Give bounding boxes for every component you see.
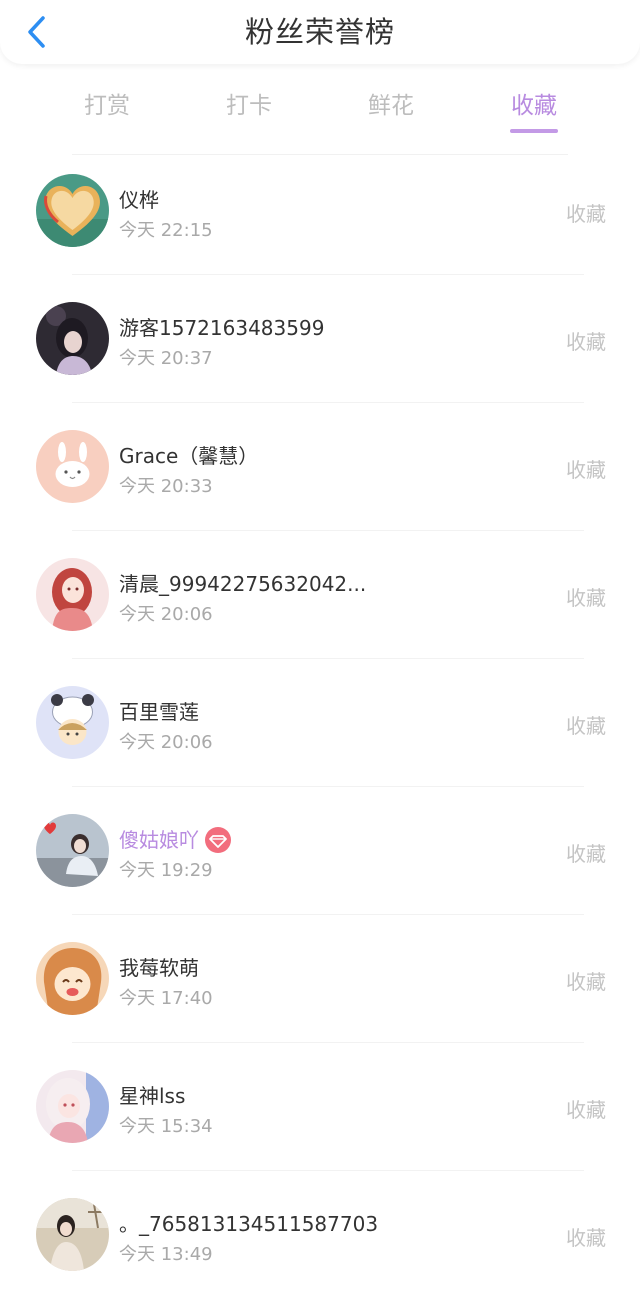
list-item[interactable]: 仪桦 今天 22:15 收藏 xyxy=(0,147,640,275)
girl-dark-avatar-icon[interactable] xyxy=(36,302,109,375)
fan-name: 。_765813134511587703 xyxy=(119,1212,379,1236)
fan-name: 百里雪莲 xyxy=(119,700,199,724)
red-hair-girl-avatar-icon[interactable] xyxy=(36,558,109,631)
outdoor-girl-avatar-icon[interactable] xyxy=(36,1198,109,1271)
list-item[interactable]: 百里雪莲 今天 20:06 收藏 xyxy=(0,659,640,787)
fan-name: 清晨_99942275632042... xyxy=(119,572,367,596)
fan-time: 今天 20:06 xyxy=(119,732,213,753)
fan-time: 今天 22:15 xyxy=(119,220,213,241)
anime-girl-avatar-icon[interactable] xyxy=(36,942,109,1015)
tab-bar: 打赏 打卡 鲜花 收藏 xyxy=(0,72,640,144)
tab-checkin[interactable]: 打卡 xyxy=(199,86,299,120)
page-title: 粉丝荣誉榜 xyxy=(244,15,395,49)
bunny-avatar-icon[interactable] xyxy=(36,430,109,503)
list-item[interactable]: 傻姑娘吖 今天 19:29 收藏 xyxy=(0,787,640,915)
action-label: 收藏 xyxy=(566,714,606,738)
action-label: 收藏 xyxy=(566,842,606,866)
list-item[interactable]: Grace（馨慧） 今天 20:33 收藏 xyxy=(0,403,640,531)
fan-time: 今天 19:29 xyxy=(119,860,213,881)
heart-avatar-icon[interactable] xyxy=(36,174,109,247)
action-label: 收藏 xyxy=(566,458,606,482)
fan-list: 仪桦 今天 22:15 收藏 游客1572163483599 今天 20:37 … xyxy=(0,147,640,1299)
tab-favorites[interactable]: 收藏 xyxy=(484,86,584,120)
fan-name-text: 傻姑娘吖 xyxy=(119,828,199,852)
fan-name: 我莓软萌 xyxy=(119,956,199,980)
fan-time: 今天 13:49 xyxy=(119,1244,213,1265)
fan-time: 今天 20:37 xyxy=(119,348,213,369)
fan-time: 今天 20:33 xyxy=(119,476,213,497)
fan-time: 今天 15:34 xyxy=(119,1116,213,1137)
panda-hat-avatar-icon[interactable] xyxy=(36,686,109,759)
fan-name: Grace（馨慧） xyxy=(119,444,259,468)
fan-time: 今天 17:40 xyxy=(119,988,213,1009)
fan-name: 仪桦 xyxy=(119,188,159,212)
photo-girl-avatar-icon[interactable] xyxy=(36,814,109,887)
fan-name: 游客1572163483599 xyxy=(119,316,325,340)
active-tab-indicator xyxy=(510,129,558,133)
fan-time: 今天 20:06 xyxy=(119,604,213,625)
list-item[interactable]: 星神lss 今天 15:34 收藏 xyxy=(0,1043,640,1171)
action-label: 收藏 xyxy=(566,586,606,610)
fan-name: 星神lss xyxy=(119,1084,186,1108)
action-label: 收藏 xyxy=(566,1098,606,1122)
tab-reward[interactable]: 打赏 xyxy=(57,86,157,120)
white-hair-avatar-icon[interactable] xyxy=(36,1070,109,1143)
action-label: 收藏 xyxy=(566,970,606,994)
action-label: 收藏 xyxy=(566,1226,606,1250)
list-item[interactable]: 游客1572163483599 今天 20:37 收藏 xyxy=(0,275,640,403)
fan-name: 傻姑娘吖 xyxy=(119,824,231,855)
tab-flowers[interactable]: 鲜花 xyxy=(341,86,441,120)
header: 粉丝荣誉榜 xyxy=(0,0,640,64)
action-label: 收藏 xyxy=(566,202,606,226)
action-label: 收藏 xyxy=(566,330,606,354)
diamond-icon xyxy=(205,826,231,853)
list-item[interactable]: 清晨_99942275632042... 今天 20:06 收藏 xyxy=(0,531,640,659)
list-item[interactable]: 我莓软萌 今天 17:40 收藏 xyxy=(0,915,640,1043)
